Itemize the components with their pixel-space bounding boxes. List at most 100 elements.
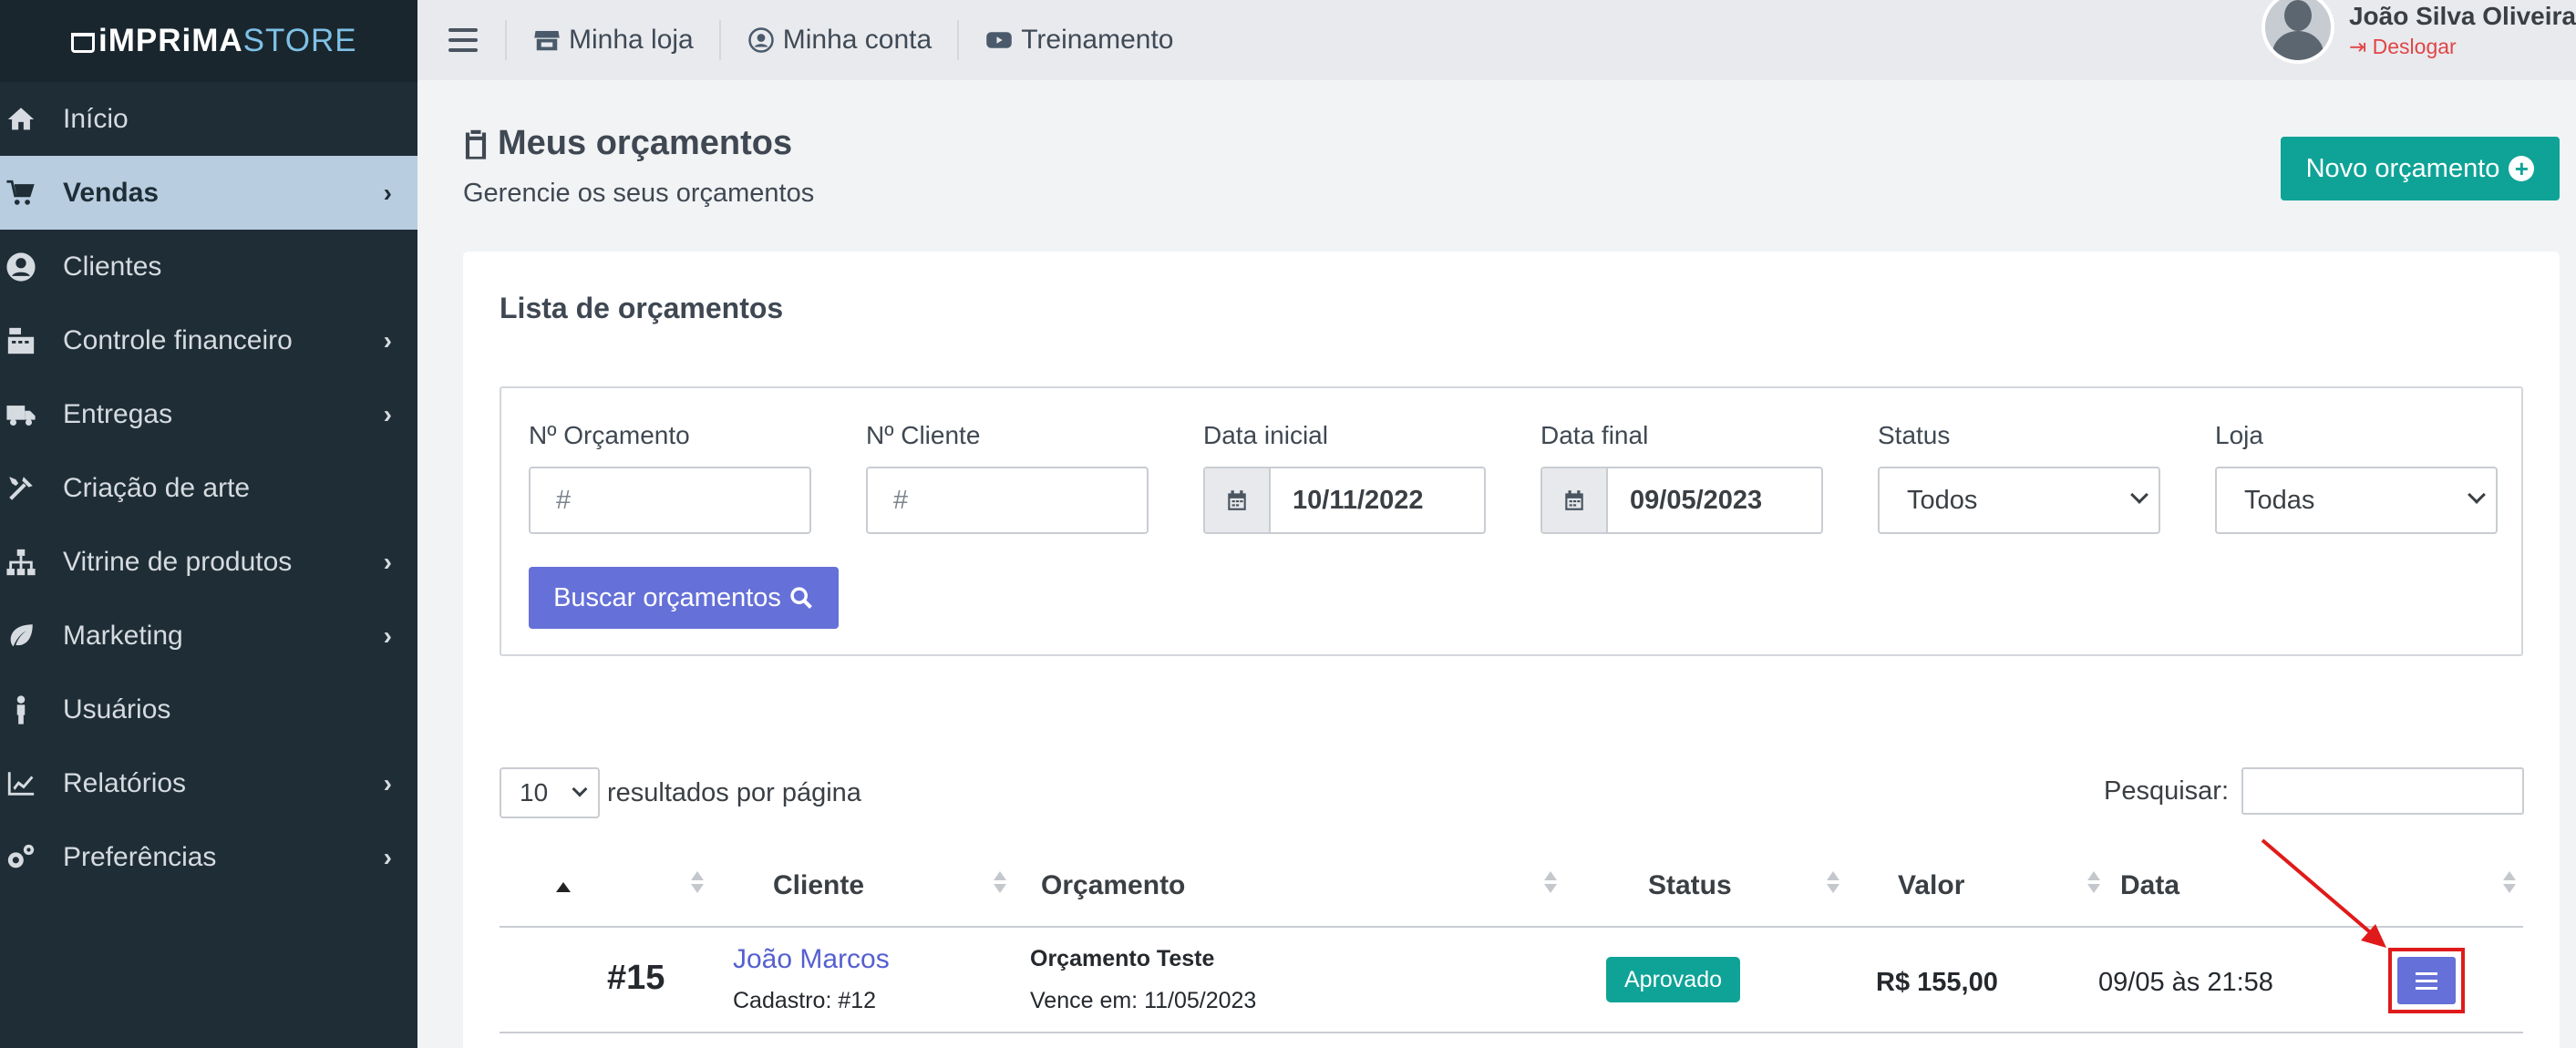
table-row: #15 João Marcos Cadastro: #12 Orçamento … — [500, 930, 2523, 1033]
sidebar-item-label: Preferências — [63, 841, 217, 872]
quote-due-date: Vence em: 11/05/2023 — [1030, 988, 1257, 1013]
filter-panel: Nº Orçamento # Nº Cliente # Data inicial… — [500, 386, 2523, 656]
store-label: Loja — [2215, 421, 2263, 449]
user-name: João Silva Oliveira — [2348, 2, 2576, 30]
menu-toggle-icon[interactable] — [448, 28, 478, 52]
clipboard-icon — [465, 129, 487, 159]
brand-name: iMPRiMASTORE — [71, 23, 357, 59]
person-icon — [0, 694, 63, 725]
quote-value: R$ 155,00 — [1876, 968, 1998, 997]
sidebar-item-label: Controle financeiro — [63, 324, 293, 355]
sidebar-item-relatorios[interactable]: Relatórios › — [0, 746, 417, 820]
new-quote-button[interactable]: Novo orçamento + — [2281, 137, 2560, 200]
chevron-right-icon: › — [383, 768, 392, 797]
status-label: Status — [1878, 421, 1951, 449]
topbar-link-treinamento[interactable]: Treinamento — [957, 20, 1199, 60]
page-length-select[interactable]: 10 — [500, 767, 600, 818]
quote-date: 09/05 às 21:58 — [2098, 968, 2273, 997]
tools-icon — [0, 473, 63, 504]
page-title: Meus orçamentos — [463, 124, 792, 163]
youtube-icon — [986, 32, 1012, 48]
table-search-input[interactable] — [2241, 767, 2525, 815]
topbar-link-minha-conta[interactable]: Minha conta — [718, 20, 957, 60]
avatar[interactable] — [2261, 0, 2334, 64]
sort-asc-icon — [556, 882, 571, 892]
sidebar-item-controle-financeiro[interactable]: Controle financeiro › — [0, 303, 417, 377]
row-actions-highlight — [2388, 948, 2465, 1013]
sidebar-item-preferencias[interactable]: Preferências › — [0, 820, 417, 894]
end-date-value: 09/05/2023 — [1630, 485, 1763, 515]
column-header-cliente[interactable]: Cliente — [746, 844, 1037, 928]
chevron-down-icon — [2468, 486, 2486, 504]
sort-icon — [994, 871, 1006, 899]
red-arrow-annotation — [2261, 838, 2386, 948]
truck-icon — [0, 399, 63, 430]
end-date-field[interactable]: 09/05/2023 — [1540, 467, 1823, 534]
logout-link[interactable]: ⇥ Deslogar — [2349, 35, 2576, 59]
sidebar-item-vitrine-de-produtos[interactable]: Vitrine de produtos › — [0, 525, 417, 599]
sidebar-item-criacao-de-arte[interactable]: Criação de arte — [0, 451, 417, 525]
cart-icon — [71, 33, 95, 53]
sidebar-item-marketing[interactable]: Marketing › — [0, 599, 417, 673]
quote-number-input[interactable]: # — [529, 467, 811, 534]
sidebar-item-inicio[interactable]: Início — [0, 82, 417, 156]
sidebar-nav: Início Vendas › Clientes Controle financ… — [0, 82, 417, 894]
column-header-id[interactable] — [500, 844, 718, 928]
column-header-orcamento[interactable]: Orçamento — [1041, 844, 1624, 928]
sidebar-item-vendas[interactable]: Vendas › — [0, 156, 417, 230]
sort-icon — [691, 871, 704, 899]
menu-icon — [2416, 971, 2437, 975]
sidebar-item-clientes[interactable]: Clientes — [0, 230, 417, 303]
sort-icon — [1544, 871, 1557, 899]
client-name-link[interactable]: João Marcos — [733, 944, 890, 975]
sidebar-item-label: Usuários — [63, 694, 171, 724]
quote-id: #15 — [607, 959, 665, 997]
status-badge: Aprovado — [1606, 957, 1741, 1002]
sidebar-item-label: Vitrine de produtos — [63, 546, 293, 577]
topbar: Minha loja Minha conta Treinamento João … — [417, 0, 2576, 80]
quote-name: Orçamento Teste — [1030, 946, 1215, 971]
client-number-label: Nº Cliente — [866, 421, 981, 449]
sidebar-item-label: Entregas — [63, 398, 173, 429]
client-number-input[interactable]: # — [866, 467, 1149, 534]
store-select[interactable]: Todas — [2215, 467, 2498, 534]
table-search-label: Pesquisar: — [2104, 776, 2230, 806]
table-header: Cliente Orçamento Status Valor Data — [500, 844, 2523, 928]
home-icon — [0, 104, 63, 135]
search-quotes-button[interactable]: Buscar orçamentos — [529, 567, 839, 629]
chevron-right-icon: › — [383, 178, 392, 207]
card-title: Lista de orçamentos — [500, 292, 784, 324]
end-date-label: Data final — [1540, 421, 1649, 449]
sidebar-item-label: Vendas — [63, 177, 160, 208]
sidebar-item-label: Marketing — [63, 620, 183, 651]
client-registration: Cadastro: #12 — [733, 988, 877, 1013]
chevron-down-icon — [572, 781, 588, 797]
start-date-field[interactable]: 10/11/2022 — [1203, 467, 1486, 534]
table-search: Pesquisar: — [2104, 767, 2525, 815]
chevron-right-icon: › — [383, 621, 392, 650]
start-date-label: Data inicial — [1203, 421, 1328, 449]
page-length: 10 resultados por página — [500, 767, 861, 818]
search-icon — [790, 587, 812, 609]
user-menu: João Silva Oliveira ⇥ Deslogar — [2261, 0, 2576, 80]
column-header-status[interactable]: Status — [1621, 844, 1858, 928]
leaf-icon — [0, 621, 63, 652]
chevron-down-icon — [2130, 486, 2148, 504]
sign-out-icon: ⇥ — [2348, 35, 2373, 58]
status-select[interactable]: Todos — [1878, 467, 2160, 534]
sidebar-item-label: Clientes — [63, 251, 162, 282]
sitemap-icon — [0, 547, 63, 578]
sidebar-item-entregas[interactable]: Entregas › — [0, 377, 417, 451]
calendar-icon — [1542, 468, 1608, 532]
topbar-link-minha-loja[interactable]: Minha loja — [505, 20, 719, 60]
column-header-valor[interactable]: Valor — [1861, 844, 2117, 928]
sort-icon — [1827, 871, 1839, 899]
sidebar-item-usuarios[interactable]: Usuários — [0, 673, 417, 746]
brand-logo[interactable]: iMPRiMASTORE — [0, 0, 417, 82]
gears-icon — [0, 842, 63, 873]
plus-circle-icon: + — [2509, 156, 2535, 181]
user-circle-icon — [748, 27, 774, 53]
row-actions-menu-button[interactable] — [2397, 957, 2456, 1004]
sidebar-item-label: Relatórios — [63, 767, 187, 798]
sort-icon — [2503, 871, 2516, 899]
